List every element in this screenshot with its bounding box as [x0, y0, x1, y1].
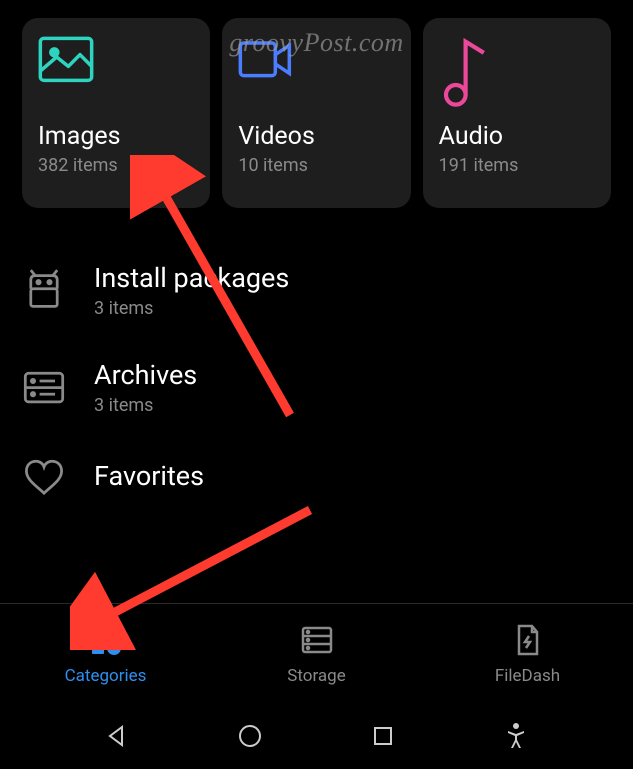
nav-storage[interactable]: Storage	[211, 604, 422, 703]
heart-icon	[22, 456, 66, 500]
favorites-title: Favorites	[94, 460, 611, 492]
filedash-icon	[510, 622, 546, 658]
image-icon	[38, 36, 94, 92]
images-card-count: 382 items	[38, 155, 194, 176]
archives-title: Archives	[94, 359, 611, 391]
archive-icon	[22, 366, 66, 410]
install-packages-count: 3 items	[94, 298, 611, 319]
images-card-title: Images	[38, 122, 194, 151]
audio-card-title: Audio	[439, 122, 595, 151]
nav-categories-label: Categories	[65, 666, 147, 686]
nav-storage-label: Storage	[287, 666, 345, 686]
back-button[interactable]	[87, 711, 147, 761]
system-nav	[0, 703, 633, 769]
bottom-nav: Categories Storage FileDash	[0, 603, 633, 703]
nav-categories[interactable]: Categories	[0, 604, 211, 703]
nav-filedash[interactable]: FileDash	[422, 604, 633, 703]
favorites-item[interactable]: Favorites	[0, 436, 633, 520]
category-cards-row: Images 382 items Videos 10 items Audio 1…	[0, 0, 633, 230]
home-button[interactable]	[220, 711, 280, 761]
videos-card-count: 10 items	[238, 155, 394, 176]
install-packages-title: Install packages	[94, 262, 611, 294]
install-packages-item[interactable]: Install packages 3 items	[0, 242, 633, 339]
android-icon	[22, 269, 66, 313]
videos-card[interactable]: Videos 10 items	[222, 18, 410, 208]
nav-filedash-label: FileDash	[495, 666, 560, 686]
archives-count: 3 items	[94, 395, 611, 416]
archives-item[interactable]: Archives 3 items	[0, 339, 633, 436]
audio-icon	[439, 36, 495, 92]
category-list: Install packages 3 items Archives 3 item…	[0, 230, 633, 532]
video-icon	[238, 36, 294, 92]
storage-icon	[299, 622, 335, 658]
audio-card-count: 191 items	[439, 155, 595, 176]
recents-button[interactable]	[353, 711, 413, 761]
videos-card-title: Videos	[238, 122, 394, 151]
images-card[interactable]: Images 382 items	[22, 18, 210, 208]
audio-card[interactable]: Audio 191 items	[423, 18, 611, 208]
categories-icon	[88, 622, 124, 658]
accessibility-button[interactable]	[486, 711, 546, 761]
